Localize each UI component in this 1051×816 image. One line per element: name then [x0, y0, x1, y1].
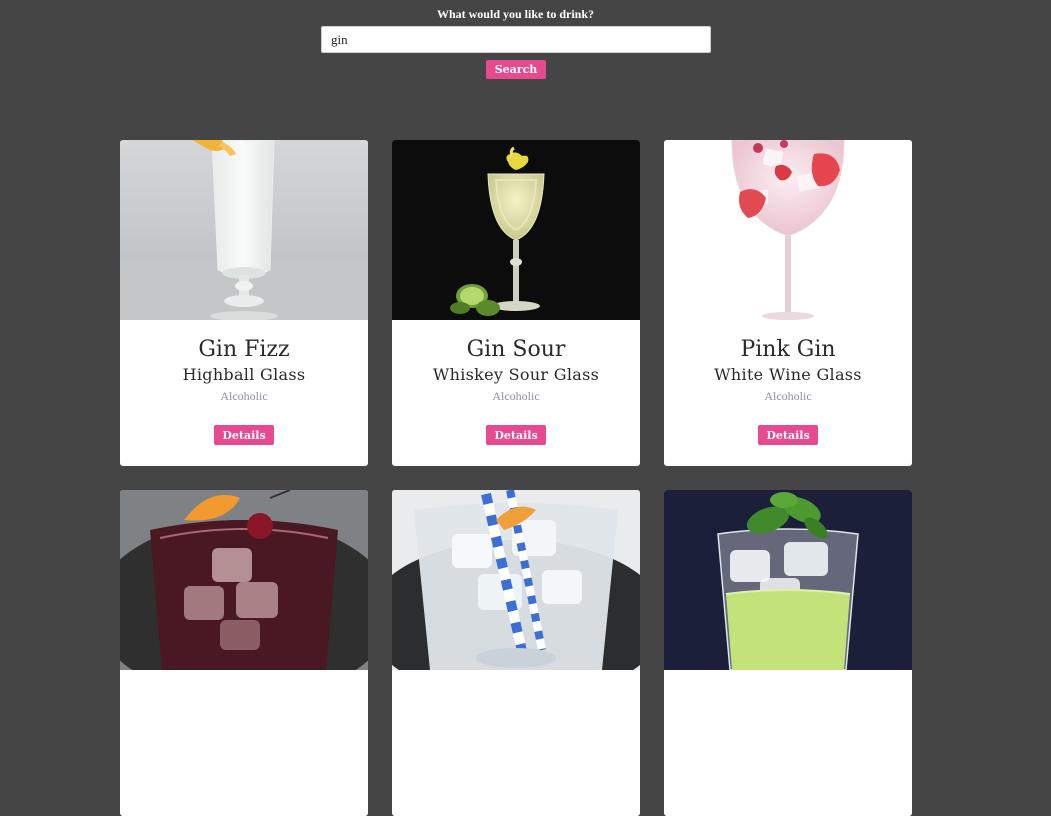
drink-category: Alcoholic [220, 389, 268, 403]
highball-fizz-drink-icon [120, 140, 368, 320]
drink-name: Gin Fizz [198, 337, 290, 362]
drink-card [664, 490, 912, 816]
drink-name: Pink Gin [740, 337, 836, 362]
clear-rocks-drink-straws-icon [392, 490, 640, 670]
search-input[interactable] [321, 26, 711, 53]
drink-image [120, 490, 368, 670]
drink-category: Alcoholic [492, 389, 540, 403]
drink-image [664, 140, 912, 320]
details-button[interactable]: Details [486, 425, 546, 445]
drink-glass: White Wine Glass [714, 365, 862, 384]
search-label: What would you like to drink? [436, 7, 595, 21]
drink-glass: Whiskey Sour Glass [432, 365, 600, 384]
drink-glass: Highball Glass [182, 365, 306, 384]
drink-card [392, 490, 640, 816]
details-button[interactable]: Details [214, 425, 274, 445]
drink-card [120, 490, 368, 816]
details-button[interactable]: Details [758, 425, 818, 445]
drink-card: Pink Gin White Wine Glass Alcoholic Deta… [664, 140, 912, 466]
search-button[interactable]: Search [486, 60, 546, 79]
drink-card: Gin Fizz Highball Glass Alcoholic Detail… [120, 140, 368, 466]
drink-image [392, 490, 640, 670]
drink-image [664, 490, 912, 670]
drink-image [392, 140, 640, 320]
drink-card: Gin Sour Whiskey Sour Glass Alcoholic De… [392, 140, 640, 466]
sour-glass-drink-icon [392, 140, 640, 320]
wine-glass-strawberry-drink-icon [664, 140, 912, 320]
drink-category: Alcoholic [764, 389, 812, 403]
green-rocks-drink-basil-icon [664, 490, 912, 670]
drink-name: Gin Sour [466, 337, 566, 362]
drink-image [120, 140, 368, 320]
dark-red-rocks-drink-icon [120, 490, 368, 670]
